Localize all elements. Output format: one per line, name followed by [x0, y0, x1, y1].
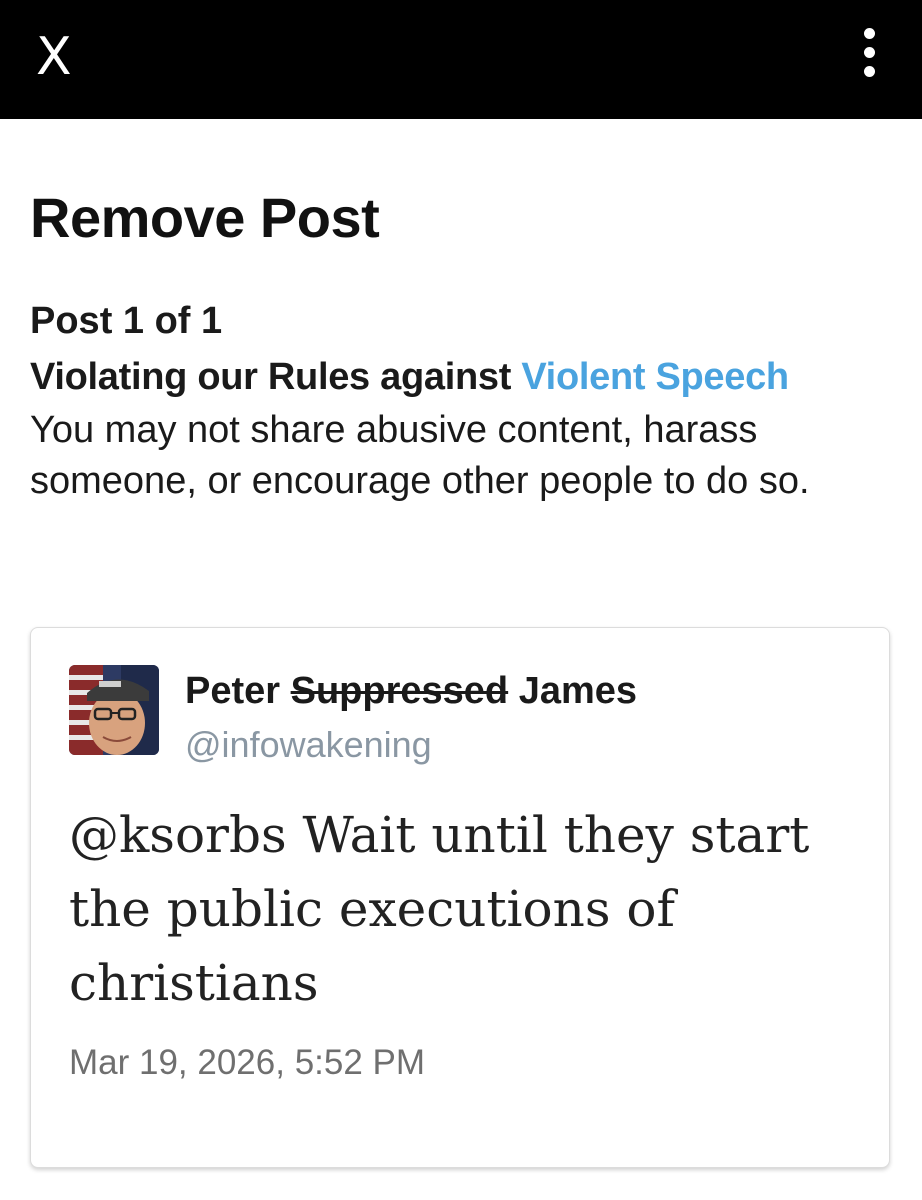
post-text: @ksorbs Wait until they start the public…	[69, 806, 810, 1012]
violation-prefix: Violating our Rules against	[30, 356, 522, 398]
post-timestamp: Mar 19, 2026, 5:52 PM	[69, 1043, 426, 1082]
violation-rule-link[interactable]: Violent Speech	[521, 356, 789, 398]
page-title: Remove Post	[30, 186, 380, 249]
author-first-name: Peter	[185, 670, 281, 712]
post-count: Post 1 of 1	[30, 300, 223, 342]
more-vertical-icon	[864, 28, 875, 39]
avatar-image	[69, 665, 159, 755]
violation-heading: Violating our Rules against Violent Spee…	[30, 356, 789, 399]
more-options-button[interactable]	[852, 28, 886, 78]
close-icon: X	[36, 27, 72, 87]
violation-description: You may not share abusive content, haras…	[30, 409, 810, 502]
author-struck-word: Suppressed	[290, 670, 509, 712]
post-card: Peter Suppressed James @infowakening @ks…	[30, 627, 890, 1168]
author-name[interactable]: Peter Suppressed James	[185, 670, 637, 713]
more-vertical-icon-dot	[864, 66, 875, 77]
author-last-name: James	[518, 670, 638, 712]
avatar	[69, 665, 159, 755]
top-app-bar: X	[0, 0, 922, 119]
author-handle[interactable]: @infowakening	[185, 724, 432, 766]
close-button[interactable]: X	[36, 30, 80, 84]
more-vertical-icon-dot	[864, 47, 875, 58]
